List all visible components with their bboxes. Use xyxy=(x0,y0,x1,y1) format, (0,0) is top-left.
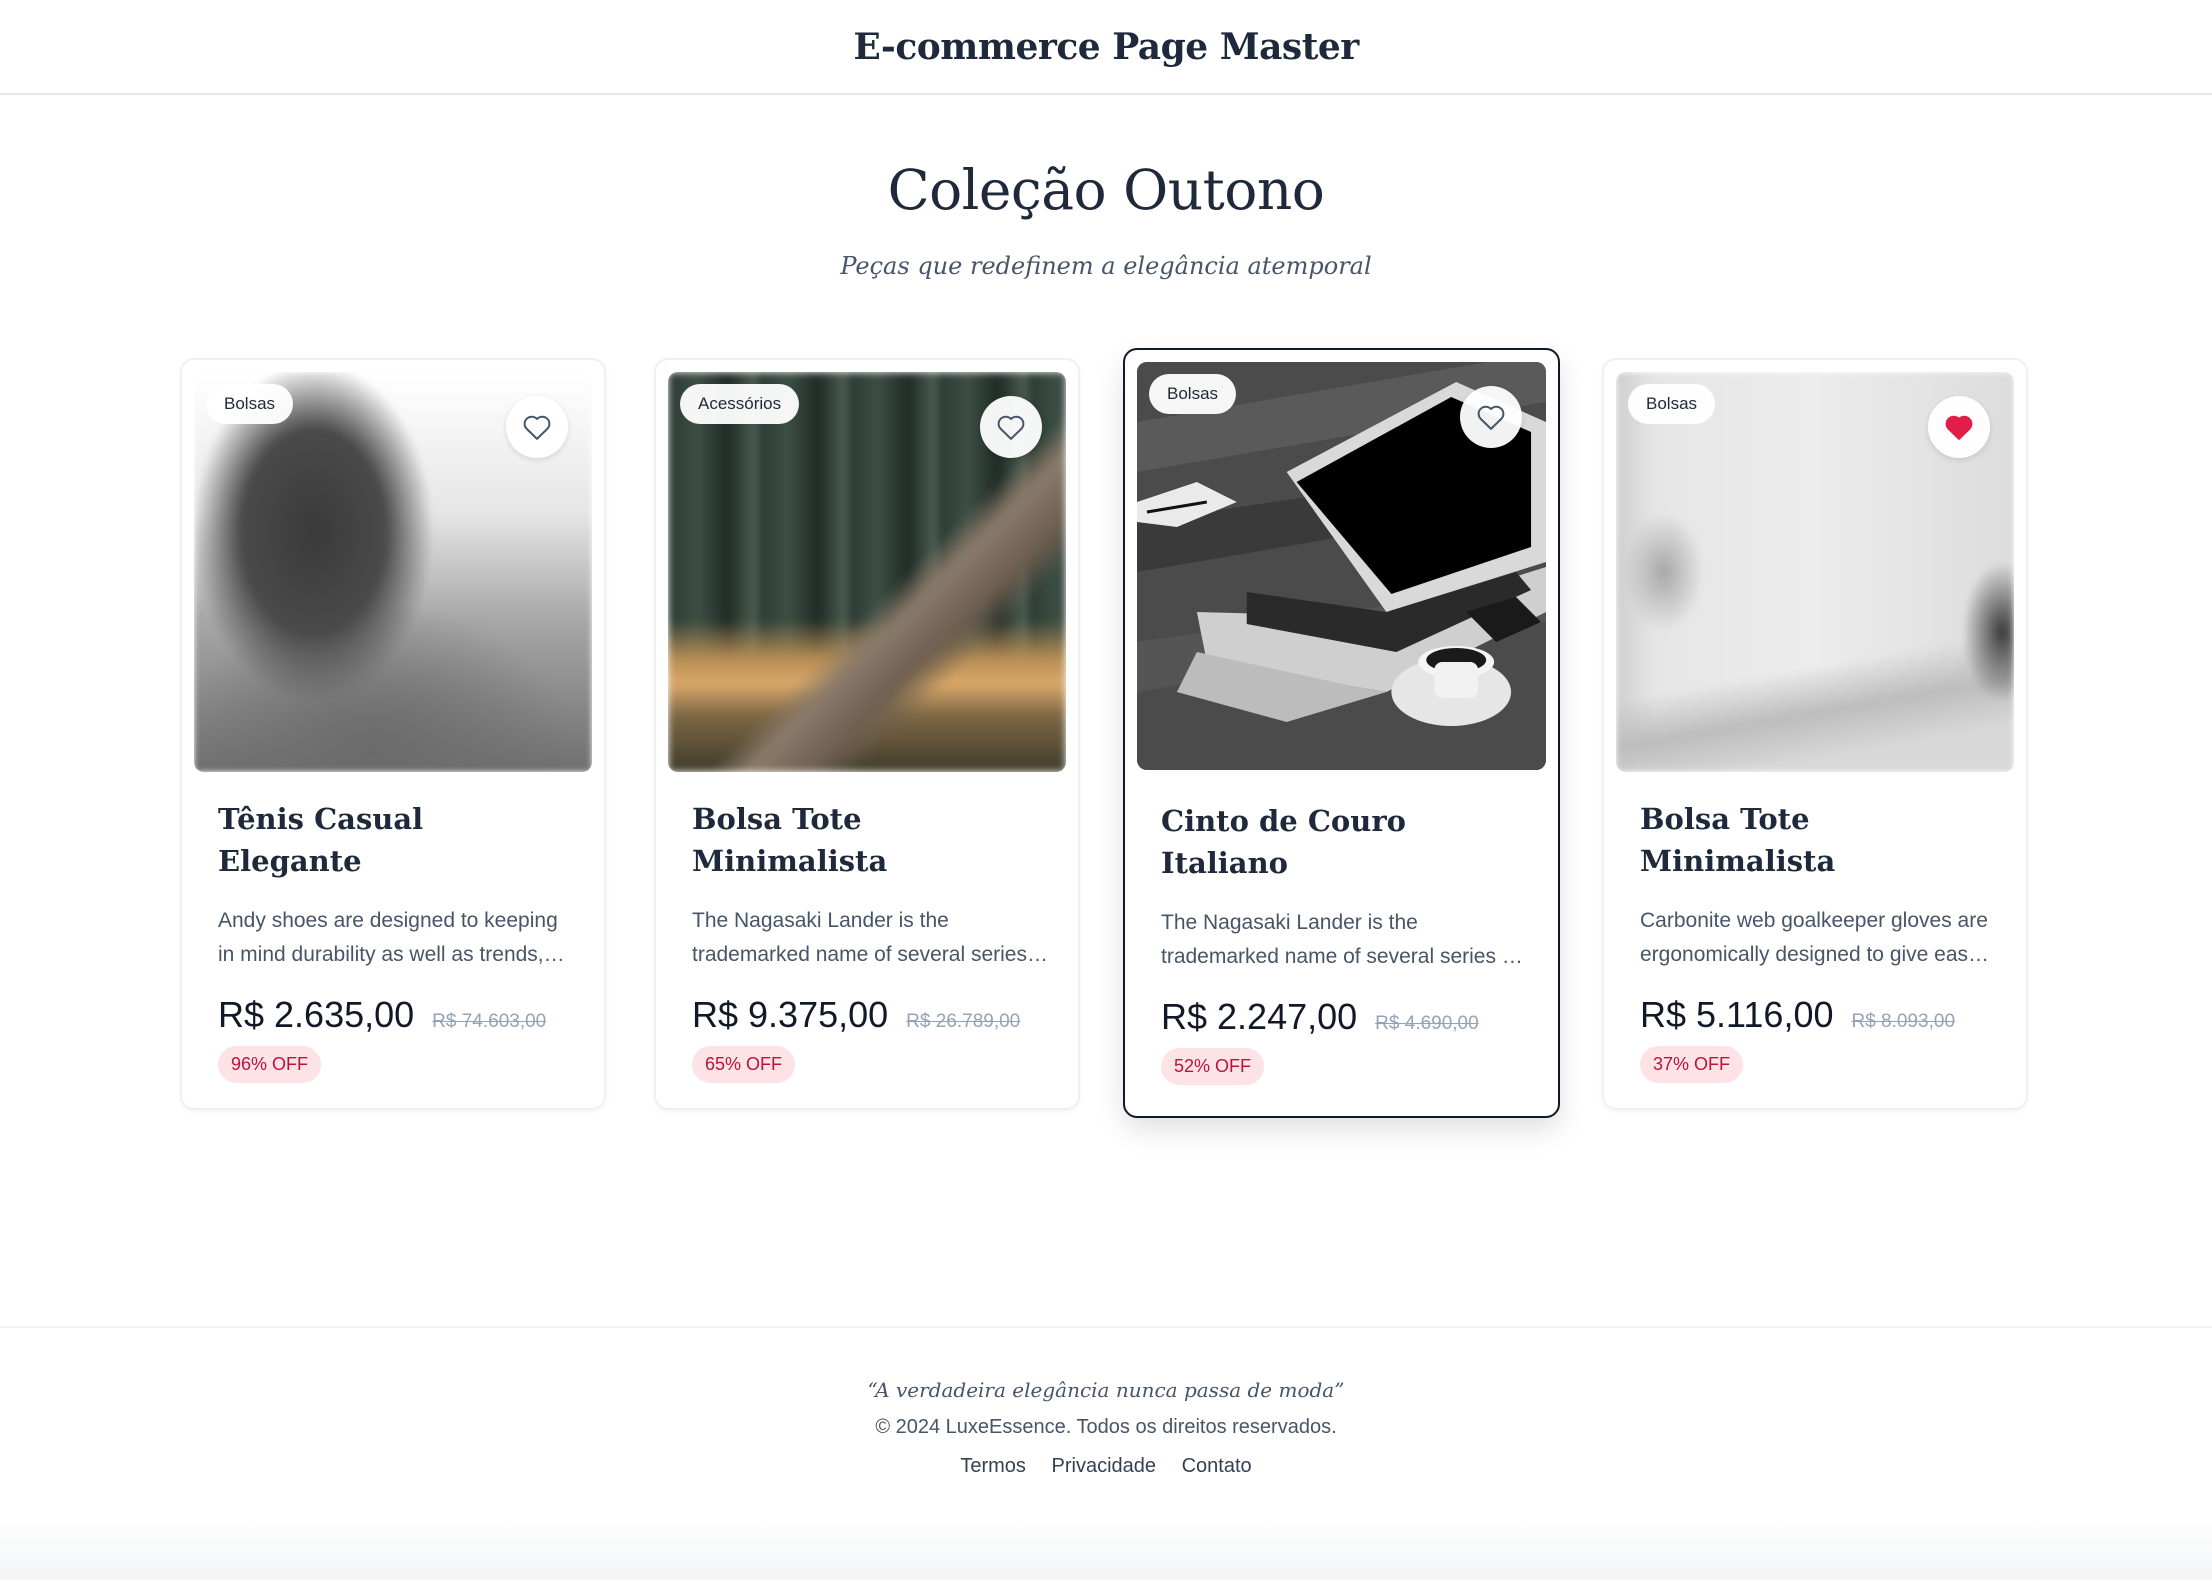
product-price: R$ 2.635,00 xyxy=(218,994,415,1035)
price-row: R$ 2.247,00 R$ 4.690,00 xyxy=(1161,996,1530,1038)
product-price: R$ 5.116,00 xyxy=(1640,994,1834,1035)
product-card[interactable]: Bolsas Tênis Casual Elegante Andy shoes … xyxy=(180,358,606,1110)
product-card[interactable]: Acessórios Bolsa Tote Minimalista The Na… xyxy=(654,358,1080,1110)
discount-badge: 96% OFF xyxy=(218,1046,322,1083)
product-title[interactable]: Tênis Casual Elegante xyxy=(218,798,576,882)
original-price: R$ 74.603,00 xyxy=(432,1011,547,1032)
footer-link-privacidade[interactable]: Privacidade xyxy=(1052,1455,1157,1477)
product-description: The Nagasaki Lander is the trademarked n… xyxy=(692,909,1027,966)
price-row: R$ 5.116,00 R$ 8.093,00 xyxy=(1640,994,1998,1036)
top-bar: E-commerce Page Master xyxy=(0,0,2212,95)
product-info: Tênis Casual Elegante Andy shoes are des… xyxy=(218,798,576,1083)
footer-link-termos[interactable]: Termos xyxy=(960,1455,1026,1477)
favorite-button[interactable] xyxy=(980,396,1042,458)
product-image[interactable]: Acessórios xyxy=(668,372,1066,772)
footer-link-contato[interactable]: Contato xyxy=(1182,1455,1252,1477)
discount-badge: 52% OFF xyxy=(1161,1048,1265,1085)
original-price: R$ 26.789,00 xyxy=(906,1011,1021,1032)
original-price: R$ 4.690,00 xyxy=(1375,1013,1479,1034)
collection-title: Coleção Outono xyxy=(887,158,1325,222)
favorite-button[interactable] xyxy=(506,396,568,458)
category-badge: Bolsas xyxy=(206,384,294,424)
category-badge: Bolsas xyxy=(1149,374,1237,414)
product-title[interactable]: Bolsa Tote Minimalista xyxy=(1640,798,1998,882)
favorite-button[interactable] xyxy=(1460,386,1522,448)
product-description: The Nagasaki Lander is the trademarked n… xyxy=(1161,911,1520,968)
product-image[interactable]: Bolsas xyxy=(1137,362,1546,770)
product-info: Bolsa Tote Minimalista Carbonite web goa… xyxy=(1640,798,1998,1083)
heart-outline-icon xyxy=(523,415,551,440)
original-price: R$ 8.093,00 xyxy=(1851,1011,1956,1032)
product-image[interactable]: Bolsas xyxy=(1616,372,2014,772)
product-description: Andy shoes are designed to keeping in mi… xyxy=(218,909,558,966)
heart-filled-icon xyxy=(1945,415,1973,440)
product-info: Bolsa Tote Minimalista The Nagasaki Land… xyxy=(692,798,1050,1083)
footer-quote: “A verdadeira elegância nunca passa de m… xyxy=(867,1378,1345,1402)
site-title: E-commerce Page Master xyxy=(853,25,1359,68)
heart-outline-icon xyxy=(1477,405,1505,430)
discount-badge: 65% OFF xyxy=(692,1046,796,1083)
category-badge: Acessórios xyxy=(680,384,800,424)
heart-outline-icon xyxy=(997,415,1025,440)
price-row: R$ 9.375,00 R$ 26.789,00 xyxy=(692,994,1050,1036)
copyright-text: © 2024 LuxeEssence. Todos os direitos re… xyxy=(875,1416,1337,1438)
category-badge: Bolsas xyxy=(1628,384,1716,424)
product-price: R$ 2.247,00 xyxy=(1161,996,1358,1037)
product-card[interactable]: Bolsas Bolsa Tote Minimalista Carbonite … xyxy=(1602,358,2028,1110)
collection-subtitle: Peças que redefinem a elegância atempora… xyxy=(840,252,1372,280)
discount-badge: 37% OFF xyxy=(1640,1046,1744,1083)
product-title[interactable]: Bolsa Tote Minimalista xyxy=(692,798,1050,882)
product-image[interactable]: Bolsas xyxy=(194,372,592,772)
footer: “A verdadeira elegância nunca passa de m… xyxy=(0,1326,2212,1580)
footer-links: Termos Privacidade Contato xyxy=(0,1455,2212,1478)
product-info: Cinto de Couro Italiano The Nagasaki Lan… xyxy=(1161,800,1530,1085)
product-price: R$ 9.375,00 xyxy=(692,994,889,1035)
price-row: R$ 2.635,00 R$ 74.603,00 xyxy=(218,994,576,1036)
product-description: Carbonite web goalkeeper gloves are ergo… xyxy=(1640,909,1988,966)
product-title[interactable]: Cinto de Couro Italiano xyxy=(1161,800,1530,884)
product-card[interactable]: Bolsas Cinto de Couro Italiano The Nagas… xyxy=(1123,348,1560,1118)
favorite-button[interactable] xyxy=(1928,396,1990,458)
